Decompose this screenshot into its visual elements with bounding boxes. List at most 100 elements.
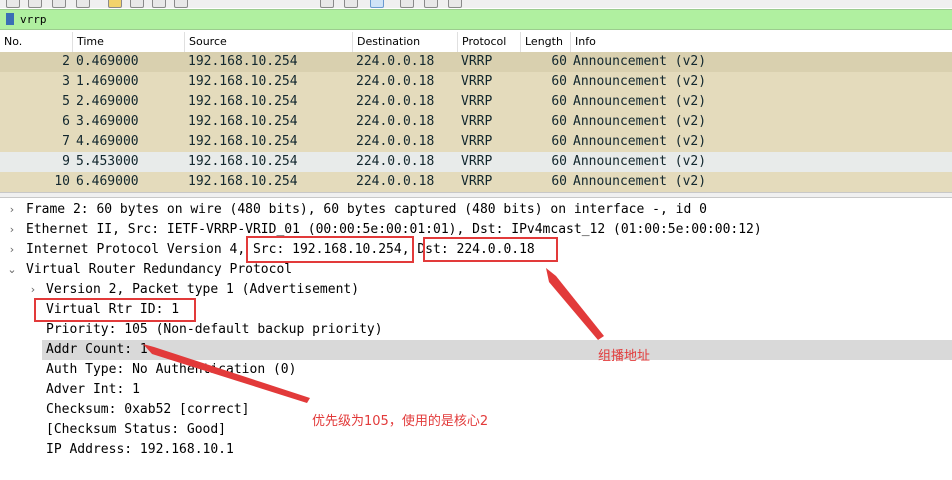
tree-item-ip-address[interactable]: IP Address: 192.168.10.1: [46, 440, 234, 460]
cell-destination: 224.0.0.18: [356, 54, 435, 69]
cell-no: 7: [62, 134, 70, 149]
packet-row[interactable]: 10 6.469000 192.168.10.254 224.0.0.18 VR…: [0, 172, 952, 192]
cell-no: 2: [62, 54, 70, 69]
bookmark-icon[interactable]: [6, 13, 14, 25]
zoom-out-icon[interactable]: [424, 0, 438, 8]
cell-length: 60: [551, 134, 567, 149]
tree-item-auth-type[interactable]: Auth Type: No Authentication (0): [46, 360, 296, 380]
cell-time: 2.469000: [76, 94, 139, 109]
tree-item-adver-int[interactable]: Adver Int: 1: [46, 380, 140, 400]
cell-destination: 224.0.0.18: [356, 74, 435, 89]
annotation-box-rtr-id: [34, 298, 196, 322]
cell-time: 4.469000: [76, 134, 139, 149]
cell-no: 6: [62, 114, 70, 129]
cell-no: 5: [62, 94, 70, 109]
packet-row[interactable]: 6 3.469000 192.168.10.254 224.0.0.18 VRR…: [0, 112, 952, 132]
zoom-in-icon[interactable]: [400, 0, 414, 8]
cell-source: 192.168.10.254: [188, 114, 298, 129]
annotation-priority-note: 优先级为105，使用的是核心2: [312, 414, 489, 429]
collapse-arrow-icon[interactable]: ⌄: [7, 260, 17, 280]
annotation-multicast: 组播地址: [598, 349, 651, 364]
cell-destination: 224.0.0.18: [356, 114, 435, 129]
display-filter-bar: [0, 9, 952, 30]
cell-length: 60: [551, 74, 567, 89]
cell-destination: 224.0.0.18: [356, 94, 435, 109]
packet-row[interactable]: 7 4.469000 192.168.10.254 224.0.0.18 VRR…: [0, 132, 952, 152]
cell-time: 6.469000: [76, 174, 139, 189]
cell-source: 192.168.10.254: [188, 74, 298, 89]
normal-size-icon[interactable]: [448, 0, 462, 8]
cell-destination: 224.0.0.18: [356, 154, 435, 169]
cell-protocol: VRRP: [461, 74, 493, 89]
packet-row[interactable]: 5 2.469000 192.168.10.254 224.0.0.18 VRR…: [0, 92, 952, 112]
cell-protocol: VRRP: [461, 54, 493, 69]
column-header-info[interactable]: Info: [570, 32, 952, 52]
cell-length: 60: [551, 174, 567, 189]
cell-info: Announcement (v2): [573, 154, 707, 169]
toolbar-icon[interactable]: [76, 0, 90, 8]
cell-protocol: VRRP: [461, 154, 493, 169]
reload-icon[interactable]: [174, 0, 188, 8]
cell-length: 60: [551, 154, 567, 169]
cell-destination: 224.0.0.18: [356, 134, 435, 149]
cell-no: 9: [62, 154, 70, 169]
cell-info: Announcement (v2): [573, 54, 707, 69]
annotation-box-src: [246, 236, 414, 263]
cell-info: Announcement (v2): [573, 114, 707, 129]
tree-item-vrrp[interactable]: Virtual Router Redundancy Protocol: [26, 260, 292, 280]
cell-protocol: VRRP: [461, 114, 493, 129]
main-toolbar: [0, 0, 952, 8]
tree-item-checksum[interactable]: Checksum: 0xab52 [correct]: [46, 400, 250, 420]
cell-source: 192.168.10.254: [188, 94, 298, 109]
expand-arrow-icon[interactable]: ›: [7, 220, 17, 240]
packet-row[interactable]: 9 5.453000 192.168.10.254 224.0.0.18 VRR…: [0, 152, 952, 172]
expand-arrow-icon[interactable]: ›: [7, 200, 17, 220]
tree-item-priority[interactable]: Priority: 105 (Non-default backup priori…: [46, 320, 383, 340]
expand-arrow-icon[interactable]: ›: [7, 240, 17, 260]
toolbar-icon[interactable]: [28, 0, 42, 8]
display-filter-input[interactable]: [20, 10, 920, 29]
packet-row-selected[interactable]: 2 0.469000 192.168.10.254 224.0.0.18 VRR…: [0, 52, 952, 72]
close-file-icon[interactable]: [152, 0, 166, 8]
save-file-icon[interactable]: [130, 0, 144, 8]
toolbar-icon[interactable]: [52, 0, 66, 8]
column-header-length[interactable]: Length: [520, 32, 570, 52]
tree-item-frame[interactable]: Frame 2: 60 bytes on wire (480 bits), 60…: [26, 200, 707, 220]
cell-source: 192.168.10.254: [188, 154, 298, 169]
column-header-time[interactable]: Time: [72, 32, 184, 52]
tree-item-checksum-status[interactable]: [Checksum Status: Good]: [46, 420, 226, 440]
selected-field-highlight: [42, 340, 952, 360]
column-header-source[interactable]: Source: [184, 32, 352, 52]
cell-time: 3.469000: [76, 114, 139, 129]
ipv4-label: Internet Protocol Version 4,: [26, 242, 253, 257]
cell-source: 192.168.10.254: [188, 174, 298, 189]
cell-protocol: VRRP: [461, 134, 493, 149]
expand-arrow-icon[interactable]: ›: [28, 280, 38, 300]
cell-length: 60: [551, 94, 567, 109]
cell-info: Announcement (v2): [573, 74, 707, 89]
first-packet-icon[interactable]: [344, 0, 358, 8]
column-header-no[interactable]: No.: [0, 32, 72, 52]
cell-info: Announcement (v2): [573, 94, 707, 109]
cell-time: 1.469000: [76, 74, 139, 89]
column-header-destination[interactable]: Destination: [352, 32, 457, 52]
tree-item-addr-count[interactable]: Addr Count: 1: [46, 340, 148, 360]
go-to-packet-icon[interactable]: [320, 0, 334, 8]
toolbar-icon[interactable]: [6, 0, 20, 8]
column-header-protocol[interactable]: Protocol: [457, 32, 520, 52]
packet-list: 2 0.469000 192.168.10.254 224.0.0.18 VRR…: [0, 52, 952, 192]
annotation-box-dst: [423, 237, 558, 262]
tree-item-version[interactable]: Version 2, Packet type 1 (Advertisement): [46, 280, 359, 300]
cell-protocol: VRRP: [461, 94, 493, 109]
cell-destination: 224.0.0.18: [356, 174, 435, 189]
autoscroll-icon[interactable]: [370, 0, 384, 8]
open-file-icon[interactable]: [108, 0, 122, 8]
cell-no: 3: [62, 74, 70, 89]
cell-time: 5.453000: [76, 154, 139, 169]
cell-time: 0.469000: [76, 54, 139, 69]
cell-no: 10: [54, 174, 70, 189]
packet-list-header: No. Time Source Destination Protocol Len…: [0, 32, 952, 53]
cell-length: 60: [551, 114, 567, 129]
packet-row[interactable]: 3 1.469000 192.168.10.254 224.0.0.18 VRR…: [0, 72, 952, 92]
cell-info: Announcement (v2): [573, 174, 707, 189]
